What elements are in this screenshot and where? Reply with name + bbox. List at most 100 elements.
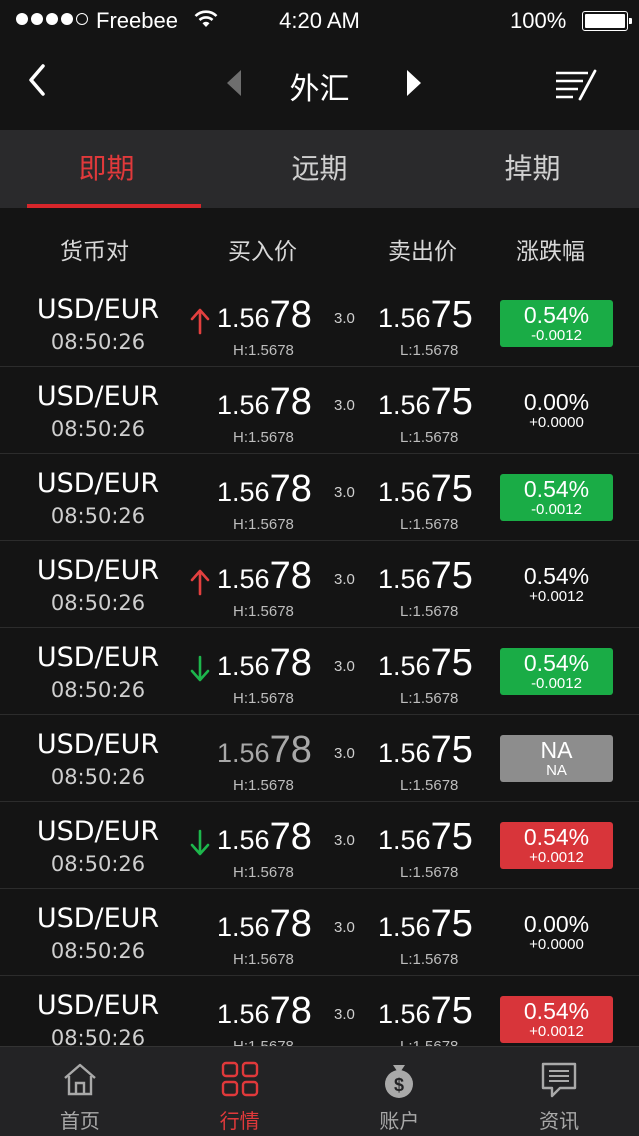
currency-pair: USD/EUR xyxy=(36,990,160,1021)
bid-price: 1.5678 xyxy=(217,468,312,511)
high-price: H:1.5678 xyxy=(233,1038,294,1046)
change-badge: 0.54% -0.0012 xyxy=(500,648,613,695)
ask-price-prefix: 1.56 xyxy=(378,912,431,942)
tabbar-market[interactable]: 行情 xyxy=(160,1047,320,1136)
ask-price: 1.5675 xyxy=(378,555,473,598)
high-price: H:1.5678 xyxy=(233,690,294,707)
tab-spot[interactable]: 即期 xyxy=(0,130,213,208)
quote-row[interactable]: USD/EUR08:50:261.56783.01.5675H:1.5678L:… xyxy=(0,541,639,628)
ask-price-pips: 75 xyxy=(430,642,473,684)
quote-row[interactable]: USD/EUR08:50:261.56783.01.5675H:1.5678L:… xyxy=(0,628,639,715)
ask-price: 1.5675 xyxy=(378,990,473,1033)
quote-time: 08:50:26 xyxy=(50,591,146,615)
change-amount: +0.0000 xyxy=(529,936,584,953)
bid-price-pips: 78 xyxy=(269,642,312,684)
status-bar: Freebee 4:20 AM 100% xyxy=(0,0,639,40)
spread-value: 3.0 xyxy=(334,832,355,849)
high-price: H:1.5678 xyxy=(233,951,294,968)
tabbar-news[interactable]: 资讯 xyxy=(479,1047,639,1136)
spread-value: 3.0 xyxy=(334,1006,355,1023)
change-percent: 0.00% xyxy=(523,389,590,415)
bid-price: 1.5678 xyxy=(217,294,312,337)
ask-price-prefix: 1.56 xyxy=(378,999,431,1029)
quote-time: 08:50:26 xyxy=(50,330,146,354)
change-amount: +0.0000 xyxy=(529,414,584,431)
quote-row[interactable]: USD/EUR08:50:261.56783.01.5675H:1.5678L:… xyxy=(0,715,639,802)
currency-pair: USD/EUR xyxy=(36,381,160,412)
high-price: H:1.5678 xyxy=(233,516,294,533)
change-badge: 0.54% -0.0012 xyxy=(500,474,613,521)
currency-pair: USD/EUR xyxy=(36,903,160,934)
quote-row[interactable]: USD/EUR08:50:261.56783.01.5675H:1.5678L:… xyxy=(0,976,639,1046)
currency-pair: USD/EUR xyxy=(36,816,160,847)
change-badge: 0.54% +0.0012 xyxy=(500,822,613,869)
ask-price: 1.5675 xyxy=(378,816,473,859)
arrow-up-icon xyxy=(189,307,211,339)
tabbar-home[interactable]: 首页 xyxy=(0,1047,160,1136)
tab-bar-top: 即期 远期 掉期 xyxy=(0,130,639,208)
change-badge: NA NA xyxy=(500,735,613,782)
menu-edit-icon[interactable] xyxy=(553,68,599,106)
ask-price-pips: 75 xyxy=(430,990,473,1032)
currency-pair: USD/EUR xyxy=(36,468,160,499)
arrow-down-icon xyxy=(189,829,211,861)
bid-price-prefix: 1.56 xyxy=(217,477,270,507)
low-price: L:1.5678 xyxy=(400,603,459,620)
quote-row[interactable]: USD/EUR08:50:261.56783.01.5675H:1.5678L:… xyxy=(0,454,639,541)
quote-row[interactable]: USD/EUR08:50:261.56783.01.5675H:1.5678L:… xyxy=(0,802,639,889)
bid-price-prefix: 1.56 xyxy=(217,999,270,1029)
low-price: L:1.5678 xyxy=(400,342,459,359)
change-amount: +0.0012 xyxy=(529,1023,584,1040)
quote-row[interactable]: USD/EUR08:50:261.56783.01.5675H:1.5678L:… xyxy=(0,889,639,976)
spread-value: 3.0 xyxy=(334,745,355,762)
bid-price: 1.5678 xyxy=(217,381,312,424)
low-price: L:1.5678 xyxy=(400,777,459,794)
bid-price-pips: 78 xyxy=(269,903,312,945)
ask-price: 1.5675 xyxy=(378,642,473,685)
bid-price-prefix: 1.56 xyxy=(217,912,270,942)
next-triangle-icon[interactable] xyxy=(404,68,424,102)
ask-price-pips: 75 xyxy=(430,903,473,945)
high-price: H:1.5678 xyxy=(233,777,294,794)
tabbar-label: 行情 xyxy=(219,1109,260,1133)
quote-time: 08:50:26 xyxy=(50,852,146,876)
tab-forward[interactable]: 远期 xyxy=(213,130,426,208)
spread-value: 3.0 xyxy=(334,658,355,675)
ask-price-prefix: 1.56 xyxy=(378,738,431,768)
column-pair: 货币对 xyxy=(60,239,129,265)
change-percent: 0.54% xyxy=(523,563,590,589)
bid-price-prefix: 1.56 xyxy=(217,738,270,768)
column-header: 货币对 买入价 卖出价 涨跌幅 xyxy=(0,208,639,280)
bid-price-pips: 78 xyxy=(269,468,312,510)
low-price: L:1.5678 xyxy=(400,429,459,446)
low-price: L:1.5678 xyxy=(400,1038,458,1046)
change-badge: 0.54% -0.0012 xyxy=(500,300,613,347)
bid-price-prefix: 1.56 xyxy=(217,564,270,594)
battery-icon xyxy=(582,11,632,31)
change-percent: 0.54% xyxy=(523,998,590,1024)
change-amount: -0.0012 xyxy=(531,675,582,692)
svg-text:$: $ xyxy=(394,1075,404,1095)
bid-price-pips: 78 xyxy=(269,555,312,597)
bid-price-prefix: 1.56 xyxy=(217,651,270,681)
ask-price-prefix: 1.56 xyxy=(378,564,431,594)
currency-pair: USD/EUR xyxy=(36,642,160,673)
quote-row[interactable]: USD/EUR08:50:261.56783.01.5675H:1.5678L:… xyxy=(0,367,639,454)
change-amount: +0.0012 xyxy=(529,849,584,866)
bid-price-pips: 78 xyxy=(269,990,312,1032)
column-ask: 卖出价 xyxy=(388,239,457,265)
currency-pair: USD/EUR xyxy=(36,294,160,325)
spread-value: 3.0 xyxy=(334,310,355,327)
quote-row[interactable]: USD/EUR08:50:261.56783.01.5675H:1.5678L:… xyxy=(0,280,639,367)
tab-swap[interactable]: 掉期 xyxy=(426,130,639,208)
bid-price-pips: 78 xyxy=(269,816,312,858)
home-icon xyxy=(0,1061,160,1099)
column-bid: 买入价 xyxy=(228,239,297,265)
change-badge: 0.00% +0.0000 xyxy=(500,387,613,434)
bid-price-prefix: 1.56 xyxy=(217,825,270,855)
tabbar-account[interactable]: $ 账户 xyxy=(320,1047,480,1136)
low-price: L:1.5678 xyxy=(400,864,459,881)
ask-price-prefix: 1.56 xyxy=(378,825,431,855)
ask-price: 1.5675 xyxy=(378,729,473,772)
bid-price: 1.5678 xyxy=(217,642,312,685)
